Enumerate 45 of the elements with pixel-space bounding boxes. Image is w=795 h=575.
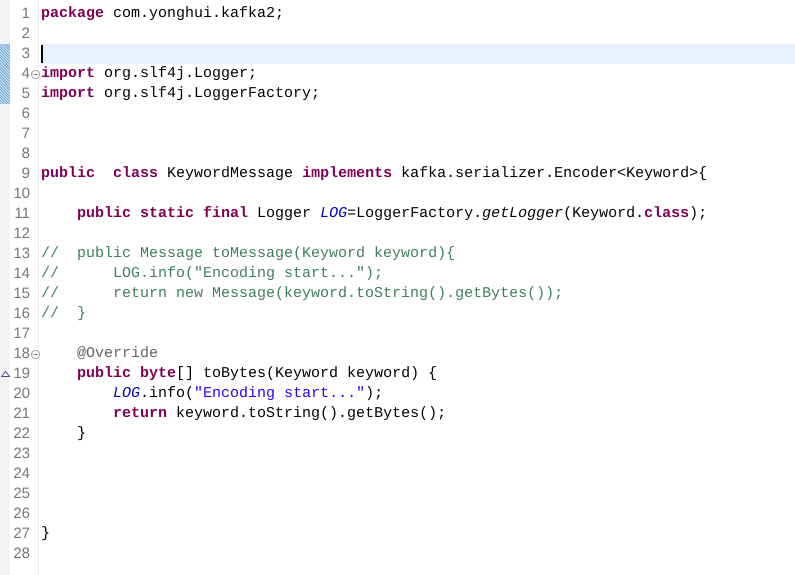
line-number: 20	[12, 384, 30, 404]
line-number: 23	[12, 444, 30, 464]
line-number: 17	[12, 324, 30, 344]
line-number: 6	[20, 104, 30, 124]
code-line: }	[41, 524, 50, 544]
line-number: 9	[20, 164, 30, 184]
line-number: 7	[20, 124, 30, 144]
line-number: 2	[20, 24, 30, 44]
code-line: public byte[] toBytes(Keyword keyword) {	[76, 364, 438, 384]
line-number: 16	[12, 304, 30, 324]
code-line: @Override	[76, 344, 158, 364]
line-number: 11	[13, 204, 30, 224]
code-line: public static final Logger LOG=LoggerFactory.getLogger(Keyword.class);	[76, 204, 708, 224]
code-line: // public Message toMessage(Keyword keyword){	[41, 244, 456, 264]
collapse-icon[interactable]	[31, 70, 40, 78]
line-number: 8	[20, 144, 30, 164]
line-number: 22	[12, 424, 30, 444]
line-number: 15	[12, 284, 30, 304]
line-number: 14	[12, 264, 30, 284]
code-line: LOG.info("Encoding start...");	[112, 384, 384, 404]
code-line: // LOG.info("Encoding start...");	[41, 264, 384, 284]
line-number: 4	[20, 64, 30, 84]
code-line: return keyword.toString().getBytes();	[112, 404, 446, 424]
line-number: 12	[12, 224, 30, 244]
code-line: // }	[41, 304, 86, 324]
code-line: import org.slf4j.Logger;	[41, 64, 258, 84]
line-number: 28	[12, 544, 30, 564]
line-number: 1	[20, 4, 30, 24]
line-number: 3	[20, 44, 30, 64]
line-number: 21	[12, 404, 30, 424]
code-line: // return new Message(keyword.toString().getBytes());	[41, 284, 564, 304]
line-number: 19	[12, 364, 30, 384]
code-line: package com.yonghui.kafka2;	[41, 4, 284, 24]
line-number: 24	[12, 464, 30, 484]
code-line: public class KeywordMessage implements kafka.serializer.Encoder<Keyword>{	[41, 164, 708, 184]
line-number: 13	[12, 244, 30, 264]
collapse-icon[interactable]	[31, 350, 40, 358]
line-number: 10	[12, 184, 30, 204]
line-number: 5	[20, 84, 30, 104]
code-line: }	[76, 424, 86, 444]
line-number: 26	[12, 504, 30, 524]
line-number: 18	[12, 344, 30, 364]
line-number: 25	[12, 484, 30, 504]
line-number: 27	[12, 524, 30, 544]
code-line: import org.slf4j.LoggerFactory;	[41, 84, 320, 104]
